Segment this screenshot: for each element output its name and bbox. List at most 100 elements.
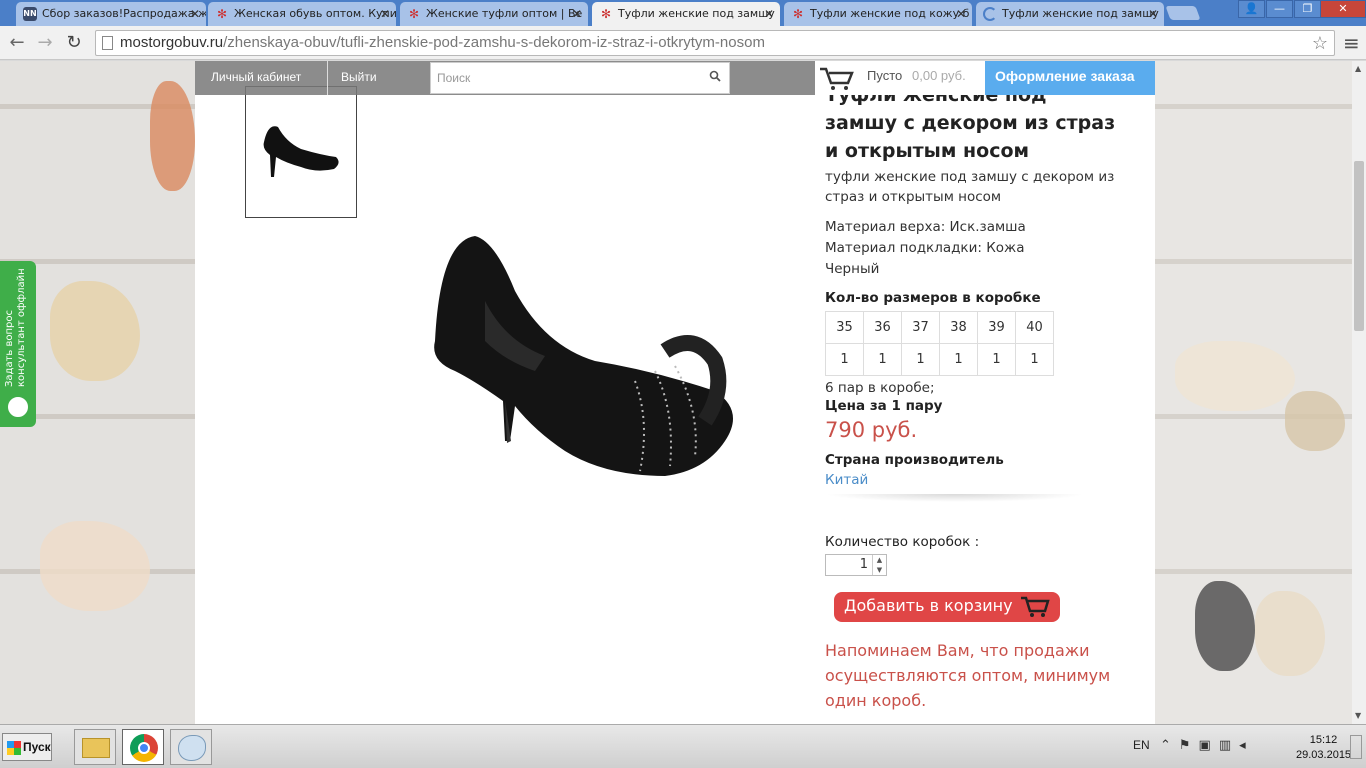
search-icon[interactable] [709, 70, 721, 82]
browser-tab-1[interactable]: NN Сбор заказов!Распродажа ж ✕ [16, 2, 206, 26]
language-indicator[interactable]: EN [1133, 738, 1150, 752]
chat-icon [5, 394, 31, 420]
add-to-cart-label: Добавить в корзину [844, 596, 1013, 615]
browser-toolbar: ← → ↻ mostorgobuv.ru/zhenskaya-obuv/tufl… [0, 26, 1366, 60]
add-to-cart-button[interactable]: Добавить в корзину [834, 592, 1060, 622]
material-upper: Материал верха: Иск.замша [825, 219, 1026, 235]
paint-taskbar-icon[interactable] [170, 729, 212, 765]
windows-taskbar: Пуск EN ⌃⚑▣▥◂ 15:12 29.03.2015 [0, 724, 1366, 768]
price-heading: Цена за 1 пару [825, 398, 943, 414]
background-right [1155, 61, 1352, 724]
quantity-heading: Количество коробок : [825, 534, 980, 550]
divider [825, 494, 1085, 502]
chrome-taskbar-icon[interactable] [122, 729, 164, 765]
back-arrow-icon[interactable]: ← [5, 31, 29, 55]
close-tab-icon[interactable]: ✕ [764, 7, 774, 21]
bookmark-star-icon[interactable]: ☆ [1312, 33, 1328, 54]
checkout-button[interactable]: Оформление заказа [985, 61, 1155, 95]
quantity-stepper[interactable]: 1 ▲ ▼ [825, 554, 887, 576]
scrollbar-thumb[interactable] [1354, 161, 1364, 331]
close-tab-icon[interactable]: ✕ [572, 7, 582, 21]
system-tray-icons[interactable]: ⌃⚑▣▥◂ [1160, 738, 1254, 753]
address-bar[interactable]: mostorgobuv.ru/zhenskaya-obuv/tufli-zhen… [95, 30, 1335, 56]
windows-logo-icon [7, 741, 21, 755]
sizes-table: 35 36 37 38 39 40 1 1 1 1 1 1 [825, 311, 1054, 376]
count-cell: 1 [977, 343, 1016, 376]
product-color: Черный [825, 261, 880, 277]
page-viewport: Туфли женские под замшу с декором из стр… [0, 61, 1352, 724]
restore-icon[interactable]: ❐ [1294, 0, 1321, 18]
decorative-shoe-image [150, 81, 195, 191]
browser-tab-6[interactable]: Туфли женские под замшу ✕ [976, 2, 1164, 26]
page-icon [102, 36, 113, 50]
pairs-per-box: 6 пар в коробе; [825, 380, 935, 396]
clock-date: 29.03.2015 [1296, 749, 1352, 761]
size-cell: 39 [977, 311, 1016, 344]
browser-tabstrip: NN Сбор заказов!Распродажа ж ✕ ✻ Женская… [0, 0, 1366, 26]
flower-favicon-icon: ✻ [792, 7, 804, 21]
taskbar-clock[interactable]: 15:12 29.03.2015 [1296, 733, 1351, 763]
close-tab-icon[interactable]: ✕ [190, 7, 200, 21]
scroll-down-icon[interactable]: ▼ [1355, 711, 1361, 720]
start-button[interactable]: Пуск [2, 733, 52, 761]
wholesale-notice: Напоминаем Вам, что продажи осуществляют… [825, 641, 1111, 710]
search-input[interactable]: Поиск [430, 62, 730, 94]
decorative-shoe-image [1175, 341, 1295, 411]
browser-tab-3[interactable]: ✻ Женские туфли оптом | Ве ✕ [400, 2, 588, 26]
table-row: 1 1 1 1 1 1 [825, 343, 1054, 376]
browser-tab-5[interactable]: ✻ Туфли женские под кожу б ✕ [784, 2, 972, 26]
tab-label: Туфли женские под кожу б [810, 7, 970, 20]
product-info: Туфли женские под замшу с декором из стр… [825, 81, 1125, 713]
header-cart[interactable]: Пусто 0,00 руб. [815, 61, 985, 95]
window-close-icon[interactable]: ✕ [1320, 0, 1366, 18]
reload-icon[interactable]: ↻ [62, 31, 86, 55]
cart-sum: 0,00 руб. [912, 68, 966, 83]
menu-icon[interactable]: ≡ [1343, 31, 1360, 55]
logout-link[interactable]: Выйти [341, 70, 377, 84]
count-cell: 1 [939, 343, 978, 376]
count-cell: 1 [863, 343, 902, 376]
size-cell: 35 [825, 311, 864, 344]
product-price: 790 руб. [825, 418, 918, 442]
clock-time: 15:12 [1309, 734, 1338, 746]
cart-status: Пусто [867, 68, 903, 83]
product-main-image[interactable] [425, 231, 745, 481]
decorative-shoe-image [40, 521, 150, 611]
close-tab-icon[interactable]: ✕ [956, 7, 966, 21]
widget-text: Задать вопрос консультант оффлайн [4, 267, 28, 387]
user-profile-icon[interactable]: 👤 [1238, 0, 1265, 18]
country-link[interactable]: Китай [825, 472, 1125, 488]
product-thumbnail[interactable] [245, 86, 357, 218]
show-desktop-button[interactable] [1350, 735, 1362, 759]
tab-label: Сбор заказов!Распродажа ж [42, 7, 206, 20]
tab-label: Туфли женские под замшу [618, 7, 775, 20]
flower-favicon-icon: ✻ [408, 7, 420, 21]
ask-question-widget[interactable]: Задать вопрос консультант оффлайн [0, 261, 36, 427]
site-top-bar: Личный кабинет Выйти Поиск Пусто 0,00 ру… [195, 61, 1155, 95]
decorative-shoe-image [1195, 581, 1255, 671]
new-tab-button[interactable] [1165, 6, 1201, 20]
browser-tab-4[interactable]: ✻ Туфли женские под замшу ✕ [592, 2, 780, 26]
count-cell: 1 [825, 343, 864, 376]
product-subtitle: туфли женские под замшу с декором из стр… [825, 169, 1115, 205]
nn-favicon-icon: NN [23, 7, 37, 21]
close-tab-icon[interactable]: ✕ [1148, 7, 1158, 21]
explorer-taskbar-icon[interactable] [74, 729, 116, 765]
start-label: Пуск [23, 740, 51, 754]
quantity-value: 1 [859, 557, 868, 572]
size-cell: 37 [901, 311, 940, 344]
close-tab-icon[interactable]: ✕ [380, 7, 390, 21]
shoe-thumbnail-image [263, 126, 339, 177]
forward-arrow-icon[interactable]: → [33, 31, 57, 55]
size-cell: 36 [863, 311, 902, 344]
loading-spinner-icon [983, 7, 997, 21]
sizes-heading: Кол-во размеров в коробке [825, 290, 1041, 306]
country-heading: Страна производитель [825, 452, 1004, 468]
tab-label: Женские туфли оптом | Ве [426, 7, 583, 20]
scroll-up-icon[interactable]: ▲ [1355, 64, 1361, 73]
minimize-icon[interactable]: — [1266, 0, 1293, 18]
spinner-arrows-icon[interactable]: ▲ ▼ [872, 555, 886, 575]
browser-tab-2[interactable]: ✻ Женская обувь оптом. Купи ✕ [208, 2, 396, 26]
account-link[interactable]: Личный кабинет [211, 70, 301, 84]
page-scrollbar[interactable]: ▲ ▼ [1352, 61, 1366, 724]
